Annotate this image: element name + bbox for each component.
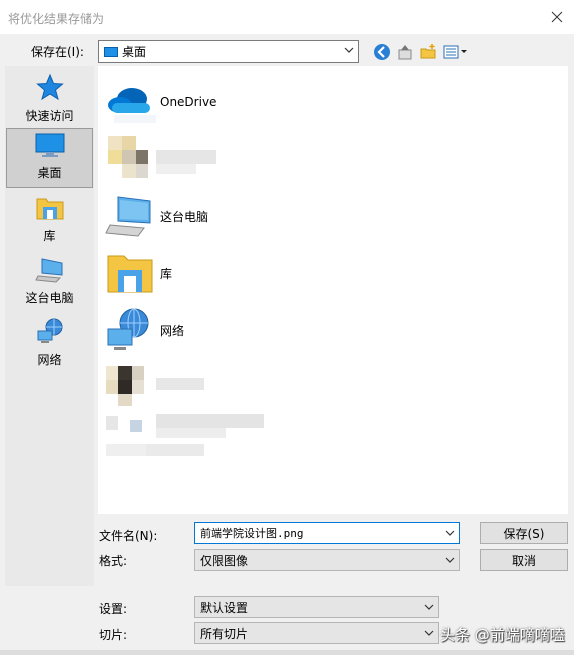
title-bar: 将优化结果存储为	[0, 0, 574, 34]
computer-icon	[105, 196, 151, 237]
save-in-label: 保存在(I):	[31, 45, 84, 59]
slices-select[interactable]: 所有切片	[194, 622, 439, 644]
computer-icon	[34, 258, 62, 283]
file-list[interactable]: OneDrive 这台电脑 库 网络	[98, 66, 568, 514]
settings-select[interactable]: 默认设置	[194, 596, 439, 618]
list-item-label: 库	[160, 266, 173, 281]
places-bar: 快速访问 桌面 库 这台电脑 网络	[5, 66, 94, 586]
desktop-icon	[35, 133, 64, 157]
library-icon	[36, 198, 63, 220]
list-item-label: 网络	[160, 323, 185, 338]
save-button[interactable]: 保存(S)	[480, 522, 568, 544]
network-icon	[37, 318, 62, 343]
settings-label: 设置:	[99, 602, 128, 616]
blurred-item	[108, 136, 218, 189]
star-icon	[35, 73, 64, 101]
chevron-down-icon	[424, 630, 434, 636]
chevron-down-icon	[344, 47, 354, 53]
place-this-pc[interactable]: 这台电脑	[6, 252, 93, 312]
place-library[interactable]: 库	[6, 190, 93, 250]
up-folder-button[interactable]	[395, 42, 415, 62]
close-button[interactable]	[540, 0, 574, 34]
settings-value: 默认设置	[200, 600, 249, 615]
place-label: 网络	[37, 353, 62, 367]
onedrive-icon	[108, 88, 156, 123]
place-quick-access[interactable]: 快速访问	[6, 70, 93, 130]
view-menu-button[interactable]	[443, 42, 469, 62]
list-item-network[interactable]: 网络	[104, 304, 404, 356]
desktop-icon	[104, 46, 118, 57]
format-label: 格式:	[99, 554, 128, 568]
place-label: 这台电脑	[25, 291, 74, 305]
watermark: 头条 @前端嘀嘀嗑	[440, 626, 565, 644]
window-title: 将优化结果存储为	[8, 12, 105, 26]
place-desktop[interactable]: 桌面	[6, 128, 93, 188]
chevron-down-icon[interactable]	[445, 528, 455, 538]
list-item-label: 这台电脑	[160, 209, 209, 224]
format-value: 仅限图像	[200, 553, 249, 568]
save-in-select[interactable]: 桌面	[98, 40, 359, 63]
chevron-down-icon	[445, 557, 455, 563]
place-network[interactable]: 网络	[6, 314, 93, 374]
filename-input[interactable]: 前端学院设计图.png	[194, 522, 460, 544]
cancel-button[interactable]: 取消	[480, 549, 568, 571]
list-item-library[interactable]: 库	[104, 247, 404, 299]
network-icon	[107, 308, 149, 350]
chevron-down-icon	[424, 604, 434, 610]
list-item-this-pc[interactable]: 这台电脑	[104, 190, 404, 242]
new-folder-icon	[420, 44, 436, 59]
slices-value: 所有切片	[200, 626, 249, 641]
up-folder-icon	[398, 45, 412, 60]
close-icon	[551, 11, 563, 23]
filename-value: 前端学院设计图.png	[200, 527, 304, 540]
library-icon	[107, 255, 153, 293]
place-label: 库	[43, 229, 56, 243]
view-menu-icon	[443, 45, 467, 59]
list-item-onedrive[interactable]: OneDrive	[104, 76, 404, 128]
back-button[interactable]	[372, 42, 392, 62]
blurred-item	[106, 360, 276, 479]
format-select[interactable]: 仅限图像	[194, 549, 460, 571]
new-folder-button[interactable]	[418, 42, 438, 62]
back-icon	[374, 44, 390, 60]
slices-label: 切片:	[99, 628, 128, 642]
filename-label: 文件名(N):	[99, 529, 158, 543]
save-in-value: 桌面	[122, 45, 147, 59]
list-item-label: OneDrive	[160, 95, 217, 109]
place-label: 快速访问	[25, 109, 74, 123]
place-label: 桌面	[37, 166, 62, 180]
bottom-border	[0, 650, 574, 655]
